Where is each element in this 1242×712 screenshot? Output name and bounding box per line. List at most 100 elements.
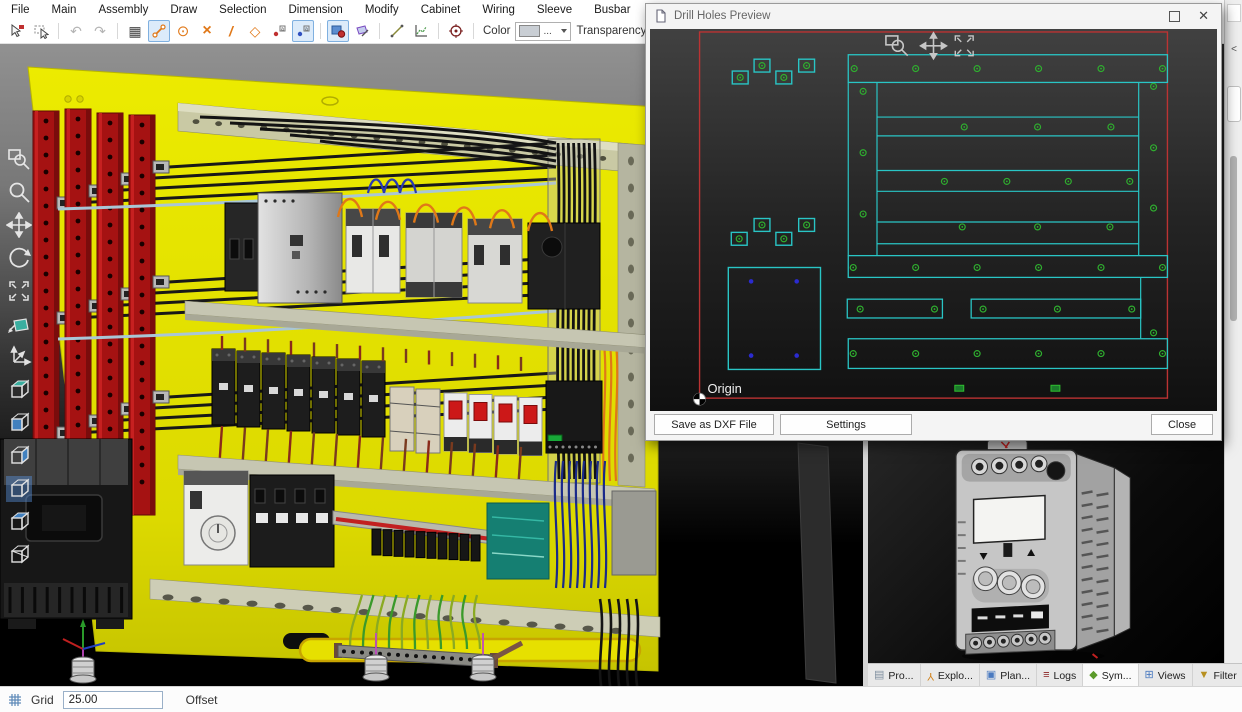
color-ellipsis: ...: [543, 26, 551, 37]
view-cube-3-icon[interactable]: [6, 509, 32, 535]
svg-text:a: a: [305, 27, 308, 33]
measure-tool-icon[interactable]: [386, 20, 408, 42]
dialog-titlebar[interactable]: Drill Holes Preview ✕: [646, 4, 1221, 28]
origin-marker: [694, 393, 706, 405]
menu-assembly[interactable]: Assembly: [87, 2, 159, 18]
settings-button[interactable]: Settings: [780, 414, 912, 435]
pan-icon[interactable]: [6, 212, 32, 238]
tab-label: Explo...: [938, 670, 973, 682]
zoom-icon[interactable]: [6, 179, 32, 205]
delete-tool-icon[interactable]: ×: [196, 20, 218, 42]
close-button[interactable]: Close: [1151, 414, 1213, 435]
grid-size-input[interactable]: [63, 691, 163, 709]
panel-collapse-strip: <: [1224, 0, 1242, 663]
line-tool-icon[interactable]: [148, 20, 170, 42]
drill-preview-canvas[interactable]: Origin: [650, 29, 1217, 411]
tab-plan[interactable]: ▣ Plan...: [980, 664, 1037, 687]
panel-tab-bar: ▤ Pro... Y Explo... ▣ Plan... ≡ Logs ◆ Sym...…: [868, 663, 1242, 687]
chevron-down-icon: [561, 29, 567, 33]
funnel-icon: ▼: [1199, 670, 1210, 681]
tab-explorer[interactable]: Y Explo...: [921, 664, 980, 687]
menu-dimension[interactable]: Dimension: [277, 2, 353, 18]
toolbar-separator: [473, 23, 474, 39]
offset-label: Offset: [186, 693, 218, 707]
fit-view-icon[interactable]: [6, 278, 32, 304]
view-cube-2-icon[interactable]: [6, 476, 32, 502]
origin-label: Origin: [707, 381, 741, 396]
region2-tool-icon[interactable]: [351, 20, 373, 42]
view-cube-front-icon[interactable]: [6, 410, 32, 436]
hub-tool-icon[interactable]: [445, 20, 467, 42]
region-tool-icon[interactable]: [327, 20, 349, 42]
circle-tool-icon[interactable]: ⊙: [172, 20, 194, 42]
page-icon: ▤: [874, 670, 884, 681]
strip-button[interactable]: [1227, 86, 1241, 122]
menu-draw[interactable]: Draw: [159, 2, 208, 18]
menu-file[interactable]: File: [0, 2, 41, 18]
zoom-window-icon[interactable]: [6, 146, 32, 172]
menu-busbar[interactable]: Busbar: [583, 2, 641, 18]
segment-tool-icon[interactable]: /: [220, 20, 242, 42]
select-box-tool-icon[interactable]: [30, 20, 52, 42]
toolbar-separator: [320, 23, 321, 39]
menu-wiring[interactable]: Wiring: [471, 2, 526, 18]
view-cube-1-icon[interactable]: [6, 443, 32, 469]
tab-label: Plan...: [1000, 670, 1030, 682]
maximize-button[interactable]: [1169, 11, 1180, 22]
grid-icon: [8, 693, 22, 707]
close-icon[interactable]: ✕: [1198, 8, 1213, 24]
tab-views[interactable]: ⊞ Views: [1139, 664, 1193, 687]
toolbar-separator: [58, 23, 59, 39]
dialog-title: Drill Holes Preview: [674, 10, 771, 22]
transparency-label: Transparency: [576, 25, 646, 37]
view-cube-top-icon[interactable]: [6, 377, 32, 403]
symbol-box-icon: ◆: [1089, 670, 1097, 681]
toolbar-separator: [379, 23, 380, 39]
color-swatch: [519, 25, 540, 37]
dialog-button-row: Save as DXF File Settings Close: [650, 413, 1217, 437]
tab-filter[interactable]: ▼Filter: [1193, 664, 1242, 687]
svg-text:a: a: [281, 27, 284, 33]
list-icon: ≡: [1043, 670, 1049, 681]
menu-modify[interactable]: Modify: [354, 2, 410, 18]
hierarchy-icon: Y: [927, 670, 934, 681]
menu-cabinet[interactable]: Cabinet: [410, 2, 472, 18]
chart-tool-icon[interactable]: [410, 20, 432, 42]
point-label2-tool-icon[interactable]: a: [292, 20, 314, 42]
move-3d-icon[interactable]: [6, 344, 32, 370]
tab-label: Views: [1158, 670, 1186, 682]
cube-icon: ▣: [986, 670, 996, 681]
tab-properties[interactable]: ▤ Pro...: [868, 664, 921, 687]
menu-main[interactable]: Main: [41, 2, 88, 18]
diamond-tool-icon[interactable]: ◇: [244, 20, 266, 42]
view-face-icon[interactable]: [6, 311, 32, 337]
menu-sleeve[interactable]: Sleeve: [526, 2, 583, 18]
windows-icon: ⊞: [1145, 670, 1154, 681]
tab-label: Sym...: [1102, 670, 1132, 682]
menu-selection[interactable]: Selection: [208, 2, 277, 18]
undo-icon[interactable]: ↶: [65, 20, 87, 42]
toolbar-separator: [117, 23, 118, 39]
scrollbar-thumb[interactable]: [1230, 156, 1237, 321]
device-3d-render: [943, 438, 1143, 662]
orbit-icon[interactable]: [6, 245, 32, 271]
view-cube-4-icon[interactable]: [6, 542, 32, 568]
grid-label: Grid: [31, 693, 54, 707]
redo-icon[interactable]: ↷: [89, 20, 111, 42]
point-label-tool-icon[interactable]: a: [268, 20, 290, 42]
tab-logs[interactable]: ≡ Logs: [1037, 664, 1083, 687]
color-dropdown[interactable]: ...: [515, 22, 571, 41]
tab-symbols[interactable]: ◆ Sym...: [1083, 664, 1138, 687]
select-tool-icon[interactable]: [6, 20, 28, 42]
panel-corner-box: [1227, 4, 1241, 22]
toolbar-separator: [438, 23, 439, 39]
drill-preview-render: Origin: [650, 29, 1217, 411]
save-dxf-button[interactable]: Save as DXF File: [654, 414, 774, 435]
drill-holes-preview-dialog: Drill Holes Preview ✕: [645, 3, 1222, 441]
color-label: Color: [483, 25, 510, 37]
document-icon: [654, 9, 668, 23]
tab-label: Pro...: [888, 670, 913, 682]
collapse-chevron-icon[interactable]: <: [1225, 44, 1242, 55]
tab-label: Logs: [1053, 670, 1076, 682]
grid-tool-icon[interactable]: ▦: [124, 20, 146, 42]
